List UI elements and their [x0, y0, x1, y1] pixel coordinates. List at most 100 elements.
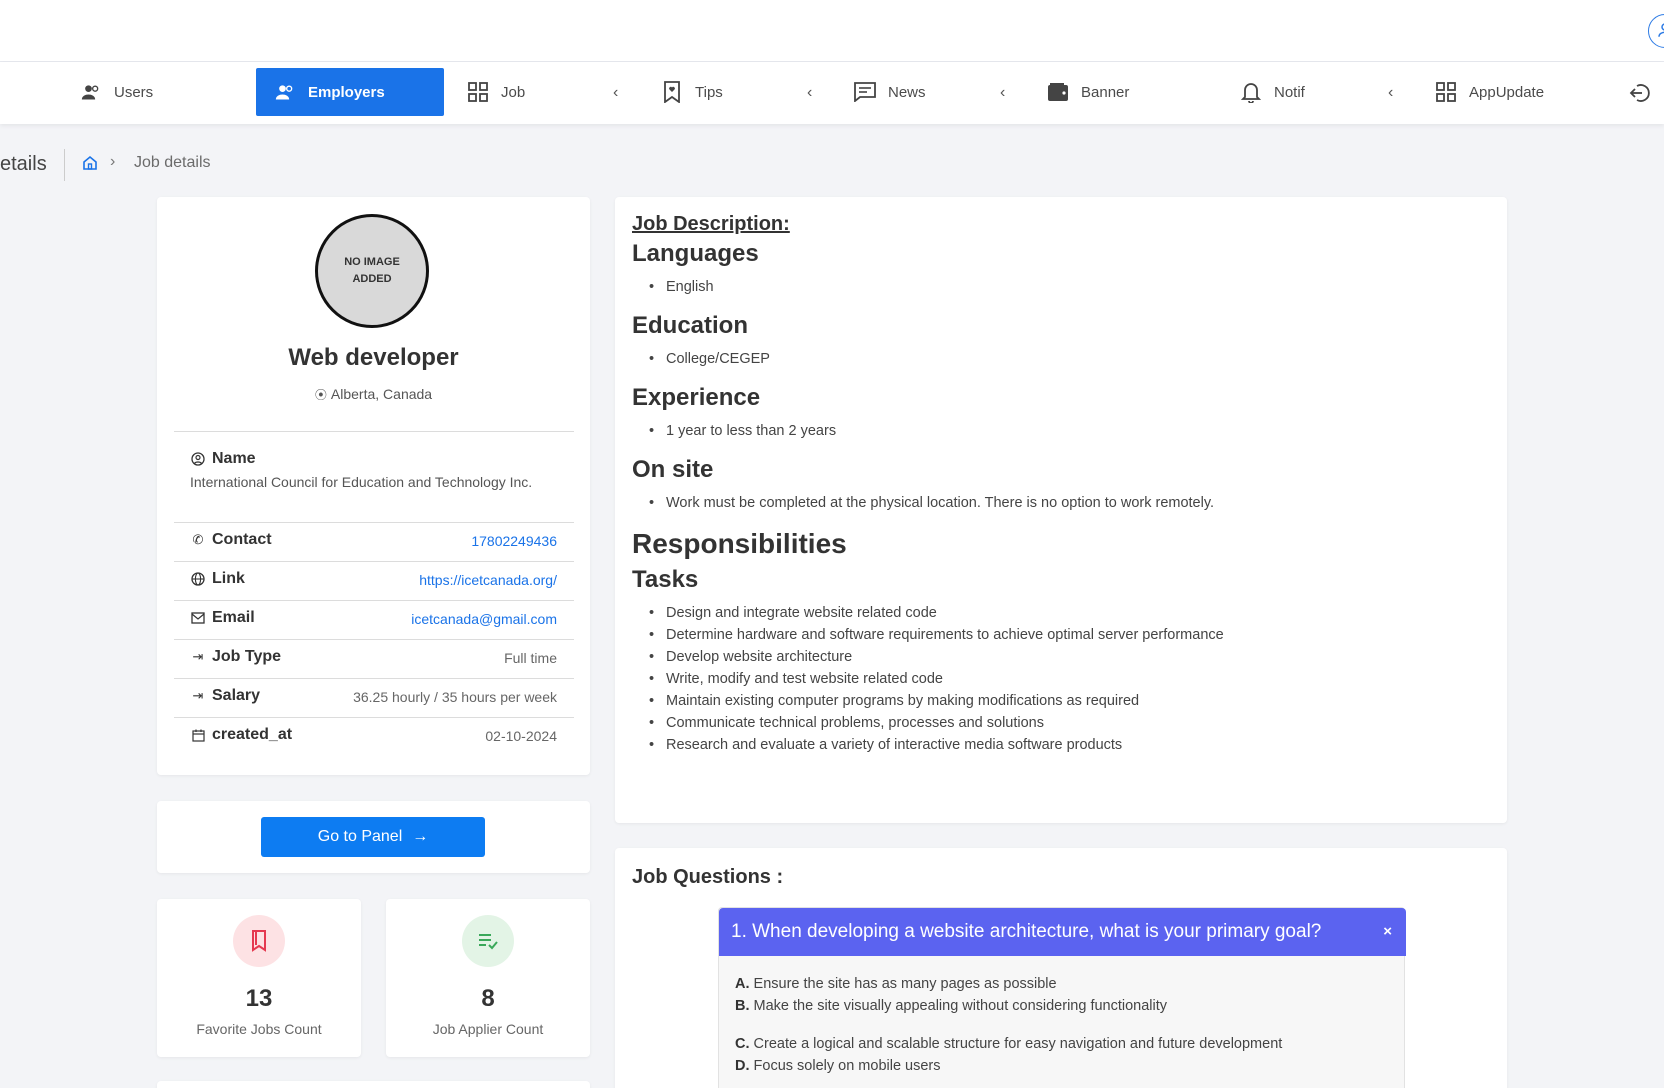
go-to-panel-label: Go to Panel: [317, 828, 403, 845]
jobtype-value: Full time: [504, 650, 557, 666]
grid-icon: [1435, 81, 1457, 103]
go-to-panel-button[interactable]: Go to Panel →: [261, 817, 485, 857]
education-heading: Education: [632, 312, 749, 339]
contact-label: ✆ Contact: [190, 531, 272, 549]
divider: [174, 561, 574, 562]
chevron-left-icon[interactable]: ‹: [613, 84, 618, 102]
nav-label-appupdate: AppUpdate: [1469, 83, 1545, 101]
onsite-heading: On site: [632, 456, 714, 483]
salary-label: ⇥ Salary: [190, 687, 261, 705]
arrow-right-bar-icon: ⇥: [192, 649, 204, 664]
user-avatar-button[interactable]: [1648, 14, 1664, 48]
nav-item-appupdate[interactable]: AppUpdate: [1435, 68, 1585, 116]
question-option: C. Create a logical and scalable structu…: [735, 1036, 1282, 1052]
chevron-left-icon[interactable]: ‹: [1000, 84, 1005, 102]
job-applier-label: Job Applier Count: [432, 1021, 544, 1037]
nav-item-news[interactable]: News: [854, 68, 994, 116]
salary-label-text: Salary: [212, 687, 261, 704]
list-item: Communicate technical problems, processe…: [632, 712, 1492, 734]
nav-label-news: News: [888, 83, 926, 101]
option-letter: A.: [735, 976, 750, 992]
divider: [174, 717, 574, 718]
list-item: 1 year to less than 2 years: [632, 420, 1492, 442]
languages-list: English: [632, 276, 1492, 298]
chevron-left-icon[interactable]: ‹: [807, 84, 812, 102]
nav-label-job: Job: [501, 83, 526, 101]
job-profile-card: NO IMAGE ADDED Web developer ⦿ Alberta, C…: [157, 197, 590, 775]
panel-card: Go to Panel →: [157, 801, 590, 873]
breadcrumb-current: Job details: [134, 154, 211, 171]
option-text: Create a logical and scalable structure …: [753, 1036, 1283, 1052]
option-letter: B.: [735, 998, 750, 1014]
bookmark-heart-icon: [661, 81, 683, 103]
created-label: created_at: [190, 726, 292, 744]
list-item: Work must be completed at the physical l…: [632, 492, 1492, 514]
globe-icon: [190, 572, 206, 586]
list-item: English: [632, 276, 1492, 298]
users-icon: [274, 81, 296, 103]
logout-icon[interactable]: [1629, 82, 1651, 107]
job-title: Web developer: [288, 344, 459, 371]
experience-list: 1 year to less than 2 years: [632, 420, 1492, 442]
question-option: A. Ensure the site has as many pages as …: [735, 976, 1057, 992]
company-name: International Council for Education and …: [190, 474, 533, 490]
responsibilities-heading: Responsibilities: [632, 528, 847, 559]
favorite-jobs-card: 13 Favorite Jobs Count: [157, 899, 361, 1057]
user-circle-icon: [190, 452, 206, 466]
option-text: Make the site visually appealing without…: [753, 998, 1168, 1014]
list-item: Determine hardware and software requirem…: [632, 624, 1492, 646]
email-label-text: Email: [212, 609, 255, 626]
list-item: Maintain existing computer programs by m…: [632, 690, 1492, 712]
onsite-list: Work must be completed at the physical l…: [632, 492, 1492, 514]
envelope-icon: [190, 612, 206, 624]
divider: [174, 639, 574, 640]
website-link[interactable]: https://icetcanada.org/: [419, 572, 557, 588]
arrow-right-icon: →: [412, 828, 429, 845]
nav-label-banner: Banner: [1081, 83, 1130, 101]
divider: [174, 522, 574, 523]
favorite-jobs-label: Favorite Jobs Count: [196, 1021, 322, 1037]
name-label-text: Name: [212, 450, 256, 467]
jobtype-label-text: Job Type: [212, 648, 282, 665]
nav-item-users[interactable]: Users: [80, 68, 230, 116]
list-item: College/CEGEP: [632, 348, 1492, 370]
tasks-list: Design and integrate website related cod…: [632, 602, 1492, 756]
link-label-text: Link: [212, 570, 245, 587]
email-value[interactable]: icetcanada@gmail.com: [411, 611, 557, 627]
option-letter: C.: [735, 1036, 750, 1052]
main-nav: Users Employers Job ‹ Tips ‹ News ‹ Bann…: [0, 62, 1664, 124]
jobtype-label: ⇥ Job Type: [190, 648, 282, 666]
breadcrumb-divider: [64, 149, 65, 181]
option-text: Focus solely on mobile users: [753, 1058, 941, 1074]
job-location-text: Alberta, Canada: [330, 386, 433, 402]
top-bar: [0, 0, 1664, 62]
job-location: ⦿ Alberta, Canada: [157, 386, 590, 403]
user-icon: [1656, 21, 1664, 42]
divider: [174, 600, 574, 601]
nav-label-employers: Employers: [308, 83, 385, 101]
location-pin-icon: ⦿: [314, 388, 327, 402]
nav-item-employers[interactable]: Employers: [256, 68, 444, 116]
close-icon[interactable]: ×: [1383, 923, 1392, 940]
email-label: Email: [190, 609, 255, 627]
job-description-card: Job Description: Languages English Educa…: [615, 197, 1507, 823]
calendar-icon: [190, 729, 206, 742]
contact-label-text: Contact: [212, 531, 272, 548]
home-icon[interactable]: [82, 155, 98, 174]
contact-value[interactable]: 17802249436: [471, 533, 557, 549]
chevron-left-icon[interactable]: ‹: [1388, 84, 1393, 102]
users-icon: [80, 81, 102, 103]
nav-label-notif: Notif: [1274, 83, 1305, 101]
question-option: D. Focus solely on mobile users: [735, 1058, 941, 1074]
question-header[interactable]: 1. When developing a website architectur…: [719, 908, 1406, 956]
nav-item-notif[interactable]: Notif: [1240, 68, 1380, 116]
bookmark-icon: [233, 915, 285, 967]
nav-item-banner[interactable]: Banner: [1047, 68, 1187, 116]
nav-label-users: Users: [114, 83, 154, 101]
nav-item-tips[interactable]: Tips: [661, 68, 801, 116]
question-text: 1. When developing a website architectur…: [731, 921, 1322, 942]
nav-item-job[interactable]: Job: [467, 68, 607, 116]
arrow-right-bar-icon: ⇥: [192, 688, 204, 703]
option-text: Ensure the site has as many pages as pos…: [753, 976, 1057, 992]
message-icon: [854, 81, 876, 103]
